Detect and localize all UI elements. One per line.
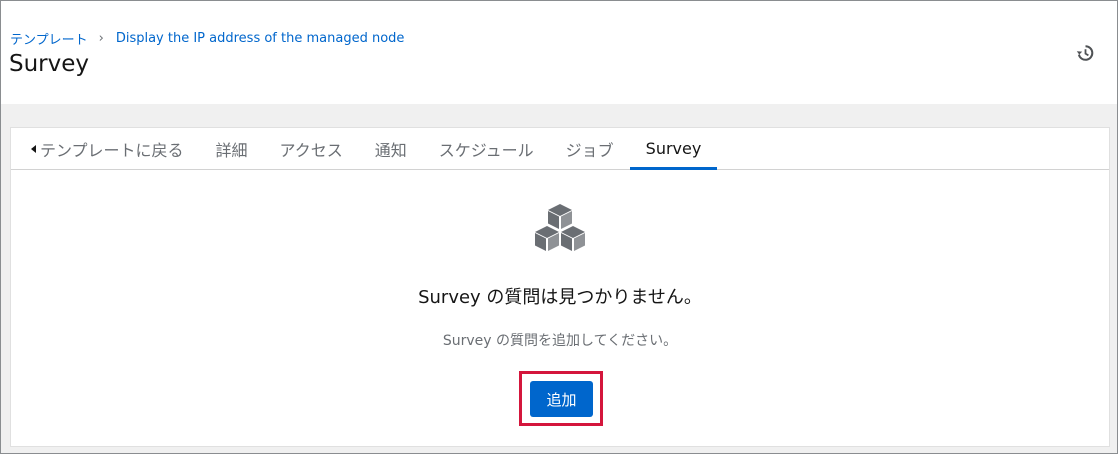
- breadcrumb: テンプレート › Display the IP address of the m…: [10, 29, 404, 48]
- tab-jobs[interactable]: ジョブ: [550, 128, 630, 169]
- tab-label: ジョブ: [565, 140, 614, 160]
- tab-schedules[interactable]: スケジュール: [423, 128, 550, 169]
- history-icon: [1076, 45, 1094, 61]
- tab-label: Survey: [645, 139, 702, 158]
- tab-label: スケジュール: [438, 140, 534, 160]
- page-title: Survey: [9, 51, 90, 77]
- survey-card: テンプレートに戻る 詳細 アクセス 通知 スケジュール ジョブ Survey S…: [10, 127, 1110, 447]
- tab-access[interactable]: アクセス: [264, 128, 359, 169]
- empty-state: Survey の質問は見つかりません。 Survey の質問を追加してください。…: [11, 170, 1109, 446]
- empty-state-title: Survey の質問は見つかりません。: [418, 287, 702, 308]
- tab-survey[interactable]: Survey: [629, 128, 718, 170]
- cubes-icon: [535, 204, 585, 251]
- tab-label: アクセス: [279, 140, 343, 160]
- breadcrumb-templates-link[interactable]: テンプレート: [10, 29, 88, 48]
- tab-label: テンプレートに戻る: [40, 140, 184, 160]
- page-header: テンプレート › Display the IP address of the m…: [1, 1, 1117, 104]
- breadcrumb-current-link[interactable]: Display the IP address of the managed no…: [116, 31, 405, 46]
- empty-state-body: Survey の質問を追加してください。: [442, 333, 678, 349]
- tab-label: 詳細: [215, 140, 248, 160]
- app-frame: テンプレート › Display the IP address of the m…: [0, 0, 1118, 454]
- tab-notifications[interactable]: 通知: [359, 128, 423, 169]
- tab-details[interactable]: 詳細: [200, 128, 264, 169]
- add-button[interactable]: 追加: [530, 381, 593, 417]
- tab-back-to-templates[interactable]: テンプレートに戻る: [11, 128, 200, 169]
- caret-left-icon: [31, 144, 36, 153]
- tab-bar: テンプレートに戻る 詳細 アクセス 通知 スケジュール ジョブ Survey: [11, 128, 1109, 170]
- tab-label: 通知: [374, 140, 407, 160]
- chevron-right-icon: ›: [98, 31, 104, 46]
- history-button[interactable]: [1073, 41, 1097, 65]
